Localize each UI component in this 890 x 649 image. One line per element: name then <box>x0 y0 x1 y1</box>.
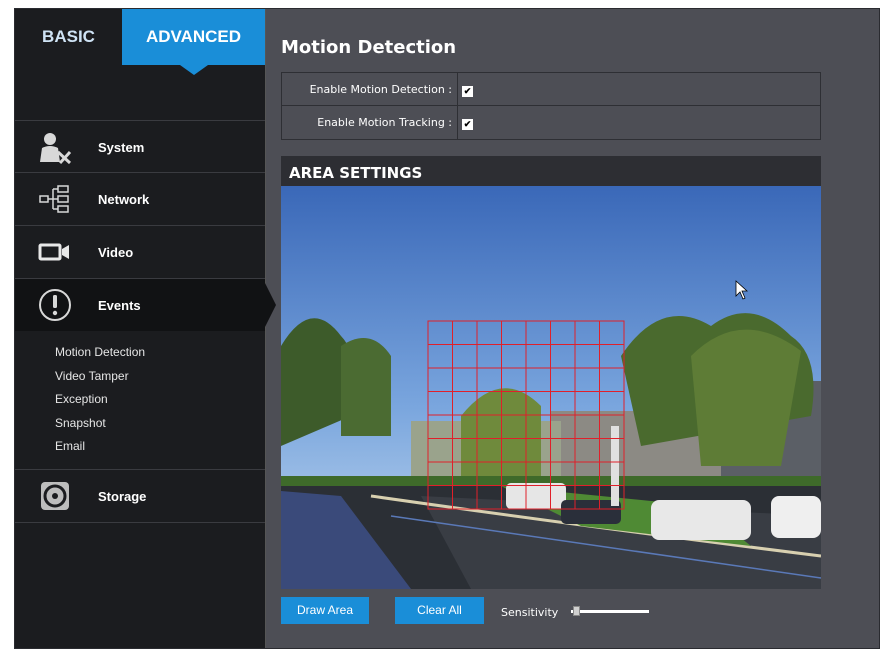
option-row: Enable Motion Tracking : ✔ <box>282 106 820 139</box>
sidebar-item-label: Network <box>98 191 150 207</box>
tab-basic[interactable]: BASIC <box>15 9 122 65</box>
system-tools-icon <box>37 129 73 165</box>
sidebar-item-label: Storage <box>98 488 147 504</box>
sidebar-item-events[interactable]: Events <box>15 278 276 331</box>
sidebar: BASIC ADVANCED System Network Video Even… <box>15 9 276 648</box>
clear-all-button[interactable]: Clear All <box>395 597 484 624</box>
app-frame: BASIC ADVANCED System Network Video Even… <box>14 8 880 649</box>
submenu-snapshot[interactable]: Snapshot <box>55 412 145 436</box>
motion-options-table: Enable Motion Detection : ✔ Enable Motio… <box>281 72 821 140</box>
sensitivity-label: Sensitivity <box>501 606 559 619</box>
sidebar-item-network[interactable]: Network <box>15 172 265 225</box>
submenu-exception[interactable]: Exception <box>55 388 145 412</box>
area-settings-title: AREA SETTINGS <box>289 164 423 182</box>
area-settings-header: AREA SETTINGS <box>281 156 821 189</box>
sensitivity-slider-handle[interactable] <box>572 606 580 616</box>
sidebar-item-storage[interactable]: Storage <box>15 469 265 523</box>
submenu-email[interactable]: Email <box>55 435 145 459</box>
enable-motion-detection-checkbox[interactable]: ✔ <box>462 86 473 97</box>
sensitivity-slider[interactable] <box>571 606 649 616</box>
camera-preview[interactable] <box>281 186 821 589</box>
sidebar-item-label: Events <box>98 297 141 313</box>
enable-motion-tracking-checkbox[interactable]: ✔ <box>462 119 473 130</box>
camera-scene-image <box>281 186 821 589</box>
submenu-motion-detection[interactable]: Motion Detection <box>55 341 145 365</box>
enable-motion-tracking-label: Enable Motion Tracking : <box>282 106 458 139</box>
option-row: Enable Motion Detection : ✔ <box>282 73 820 106</box>
tab-advanced[interactable]: ADVANCED <box>122 9 265 75</box>
storage-disk-icon <box>37 478 73 514</box>
video-camera-icon <box>37 234 73 270</box>
sidebar-item-video[interactable]: Video <box>15 225 265 278</box>
sidebar-item-system[interactable]: System <box>15 120 265 173</box>
draw-area-button[interactable]: Draw Area <box>281 597 369 624</box>
mode-tabs: BASIC ADVANCED <box>15 9 265 75</box>
network-icon <box>37 181 73 217</box>
alert-icon <box>37 287 73 323</box>
enable-motion-detection-label: Enable Motion Detection : <box>282 73 458 105</box>
sidebar-item-label: System <box>98 139 145 155</box>
sidebar-item-label: Video <box>98 244 134 260</box>
page-title: Motion Detection <box>281 37 457 58</box>
events-submenu: Motion Detection Video Tamper Exception … <box>55 341 145 459</box>
submenu-video-tamper[interactable]: Video Tamper <box>55 365 145 389</box>
